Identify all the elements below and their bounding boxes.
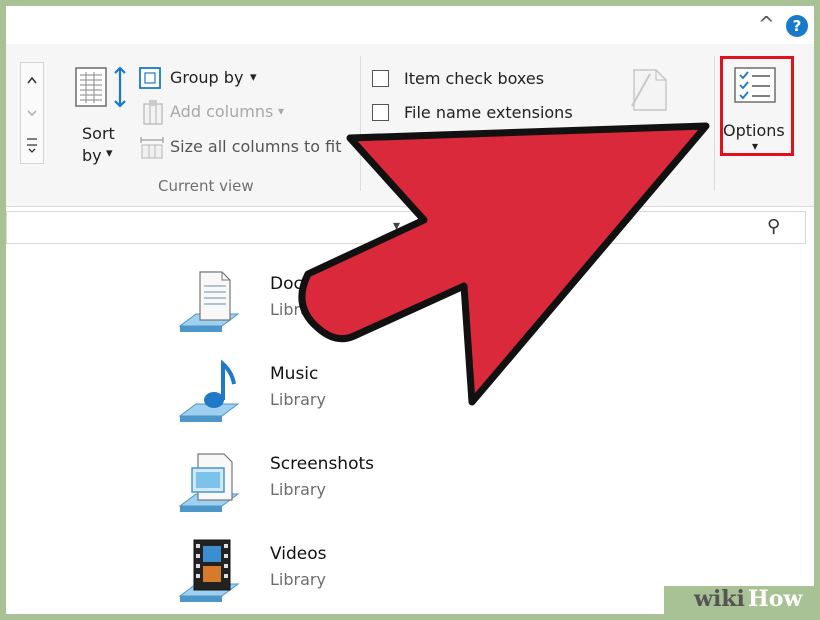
sort-icon — [75, 66, 126, 108]
file-name-extensions-toggle[interactable]: File name extensions — [372, 102, 592, 126]
list-item-screenshots[interactable]: Screenshots Library — [176, 446, 476, 526]
add-columns-button[interactable]: Add columns ▾ — [138, 99, 338, 127]
size-columns-icon — [140, 137, 164, 159]
item-check-boxes-toggle[interactable]: Item check boxes — [372, 68, 572, 92]
address-history-chevron-icon[interactable]: ▾ — [393, 218, 400, 234]
group-by-button[interactable]: Group by ▾ — [138, 64, 338, 92]
ribbon-separator — [360, 56, 361, 191]
screenshots-library-icon — [178, 453, 240, 512]
collapse-ribbon-icon[interactable]: ^ — [758, 12, 775, 36]
item-type: Library — [270, 390, 326, 409]
group-by-icon — [139, 67, 161, 89]
size-all-columns-label: Size all columns to fit — [170, 137, 342, 156]
hide-selected-label: Hide selected — [596, 124, 699, 142]
list-item-videos[interactable]: Videos Library — [176, 536, 476, 614]
item-type: Library — [270, 570, 326, 589]
item-check-boxes-label: Item check boxes — [404, 69, 545, 88]
music-library-icon — [178, 359, 240, 422]
sort-by-button[interactable]: Sort by ▾ — [70, 64, 134, 174]
file-name-extensions-label: File name extensions — [404, 103, 573, 122]
item-check-boxes-checkbox[interactable] — [372, 70, 389, 87]
item-name: Screenshots — [270, 454, 375, 474]
explorer-window: ^ ? Sort by ▾ Group by ▾ Add columns ▾ S… — [6, 6, 814, 614]
watermark-how: How — [748, 586, 803, 612]
file-name-extensions-checkbox[interactable] — [372, 104, 389, 121]
sort-by-label-1: Sort — [82, 124, 115, 143]
ribbon-view-tab: Sort by ▾ Group by ▾ Add columns ▾ Size … — [6, 44, 814, 207]
item-name: Music — [270, 364, 319, 384]
help-icon[interactable]: ? — [786, 15, 808, 37]
list-item-documents[interactable]: Documents Library — [176, 266, 476, 346]
ribbon-separator — [714, 56, 715, 191]
search-icon[interactable]: ⚲ — [767, 216, 780, 237]
add-columns-label: Add columns — [170, 102, 274, 121]
chevron-down-icon: ▾ — [106, 146, 113, 161]
watermark-wiki: wiki — [694, 586, 745, 612]
item-type: Library — [270, 300, 326, 319]
item-type: Library — [270, 480, 326, 499]
item-name: Videos — [270, 544, 327, 564]
group-by-label: Group by — [170, 68, 244, 87]
add-columns-icon — [143, 100, 163, 125]
options-icon — [734, 67, 776, 103]
chevron-down-icon: ▾ — [752, 139, 759, 153]
hide-selected-button[interactable]: Hide selected — [592, 66, 704, 146]
title-bar: ^ ? — [6, 6, 814, 44]
current-view-group-label: Current view — [158, 177, 254, 195]
chevron-down-icon: ▾ — [250, 70, 257, 85]
size-all-columns-button[interactable]: Size all columns to fit — [138, 134, 348, 162]
file-list: Documents Library Music Library Screensh… — [6, 246, 814, 614]
item-name: Documents — [270, 274, 367, 294]
address-bar[interactable]: ▾ ⚲ — [6, 211, 806, 244]
ribbon-scroll-strip[interactable] — [20, 62, 44, 164]
hide-selected-icon — [631, 69, 667, 111]
videos-library-icon — [178, 539, 240, 602]
wikihow-watermark: wiki How — [664, 586, 814, 614]
sort-by-label-2: by — [82, 146, 102, 165]
list-item-music[interactable]: Music Library — [176, 356, 476, 436]
options-label: Options — [723, 121, 785, 140]
options-button[interactable]: Options ▾ — [720, 56, 794, 156]
chevron-down-icon: ▾ — [278, 104, 285, 118]
documents-library-icon — [178, 271, 240, 332]
